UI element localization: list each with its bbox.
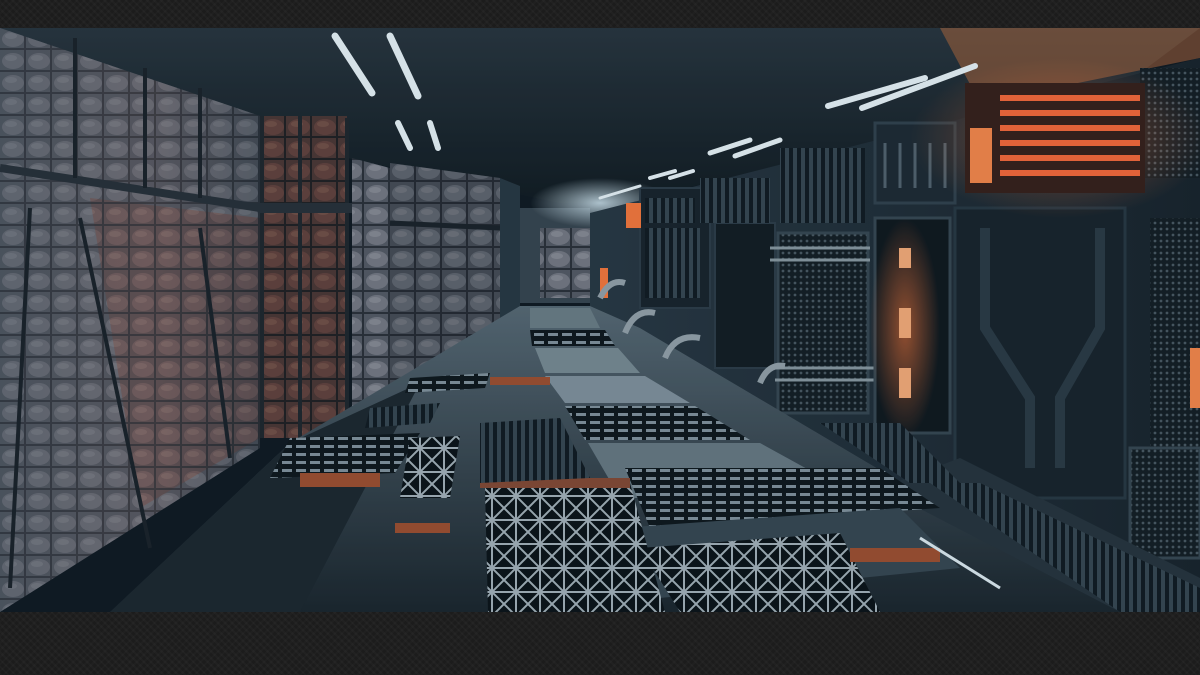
letterbox-top xyxy=(0,0,1200,28)
atmosphere-tint xyxy=(0,28,1200,612)
letterbox-bottom xyxy=(0,612,1200,675)
corridor-scene xyxy=(0,28,1200,612)
image-frame xyxy=(0,0,1200,675)
corridor-illustration xyxy=(0,28,1200,612)
